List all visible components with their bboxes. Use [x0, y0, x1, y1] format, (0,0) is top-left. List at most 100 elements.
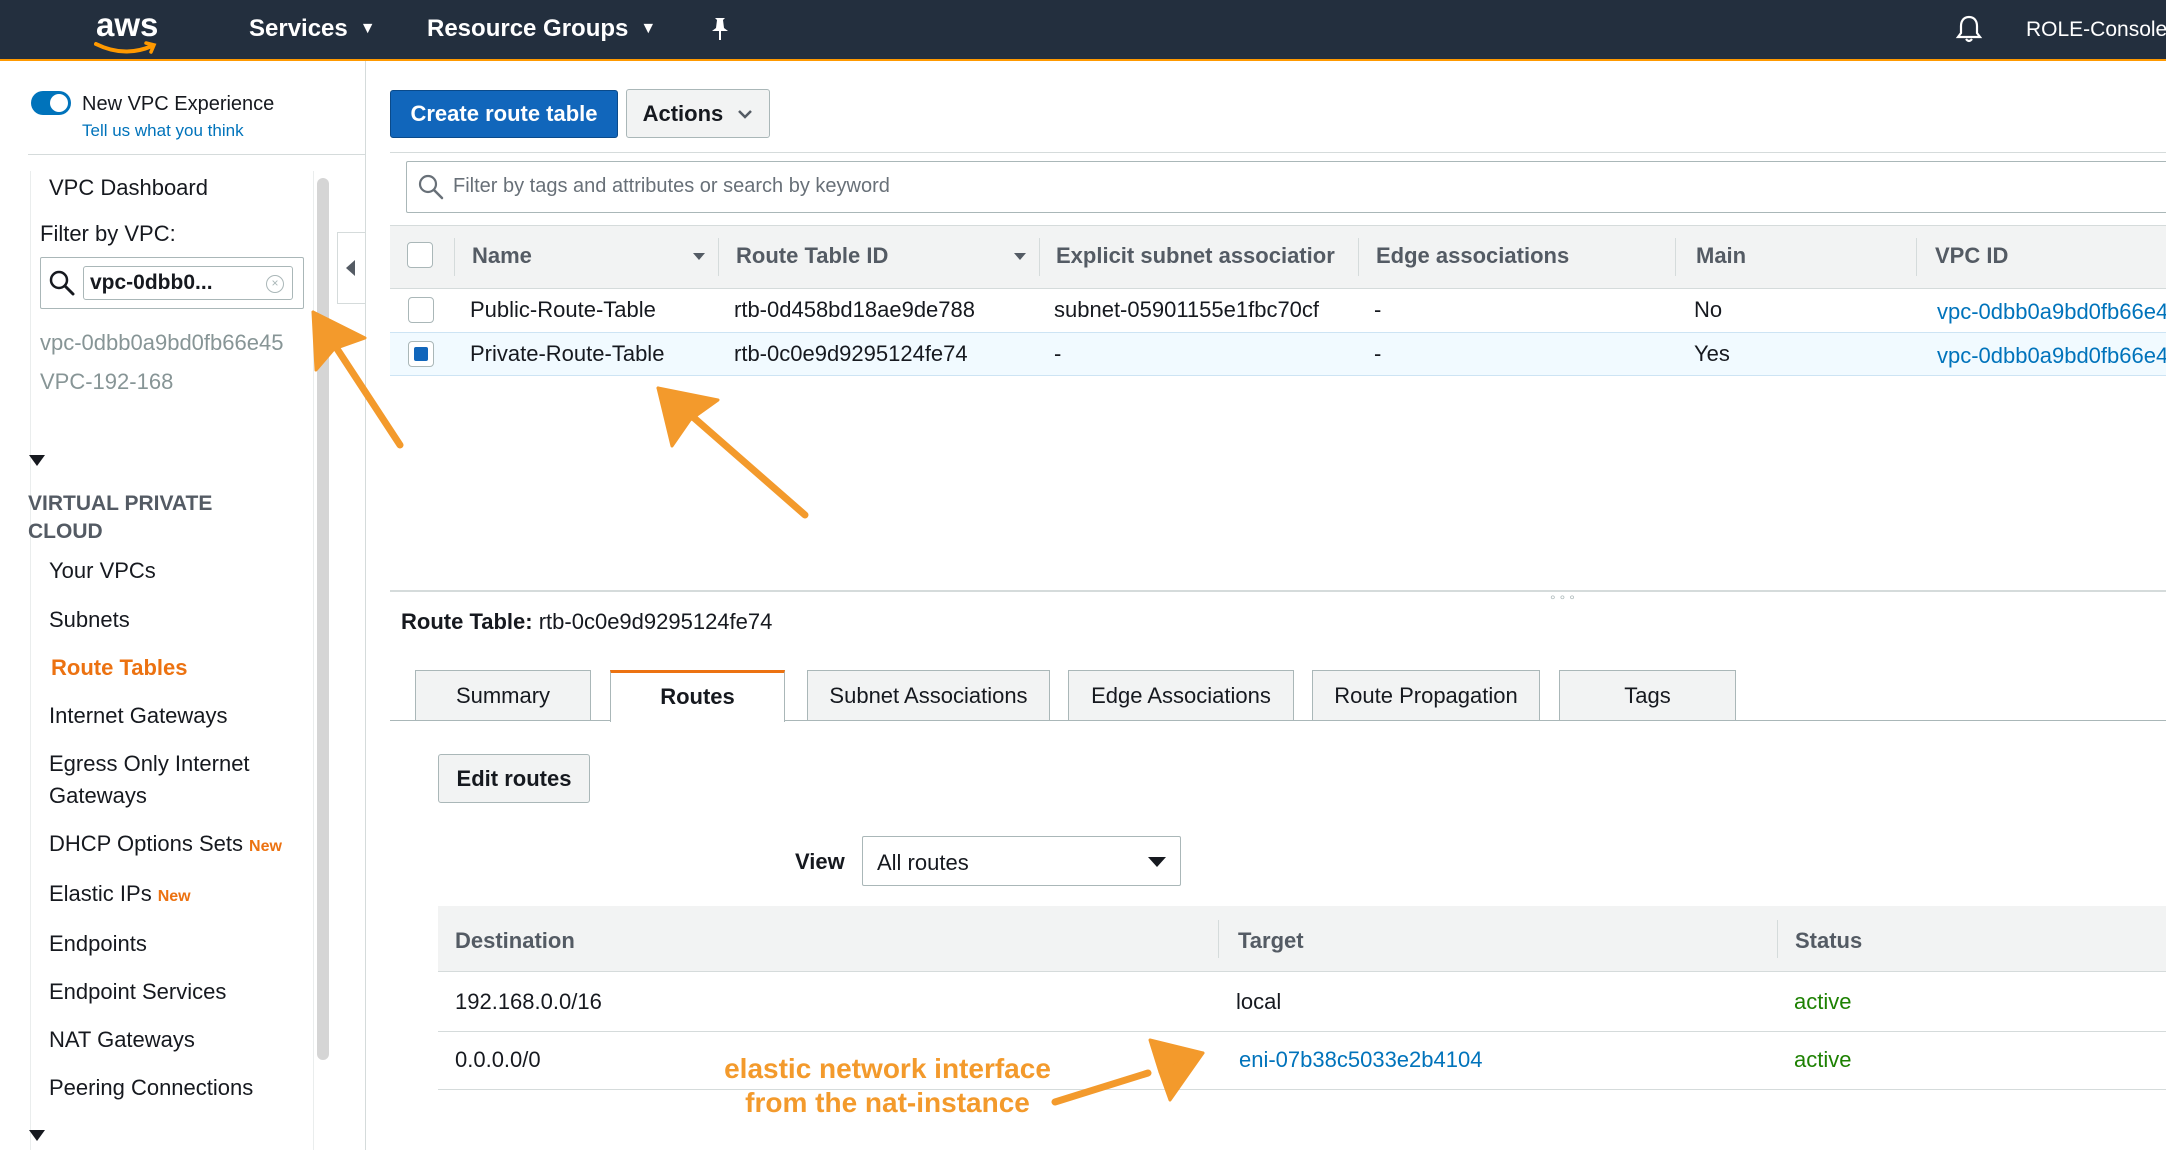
sidebar-item-label: DHCP Options Sets: [49, 831, 244, 856]
pin-icon[interactable]: [709, 16, 731, 42]
chevron-down-icon: ▼: [640, 20, 657, 37]
actions-button[interactable]: Actions: [626, 89, 770, 138]
column-header-name[interactable]: Name: [472, 243, 532, 269]
row-checkbox[interactable]: [408, 297, 434, 323]
sidebar-item-your-vpcs[interactable]: Your VPCs: [49, 558, 156, 584]
sidebar-item-nat-gateways[interactable]: NAT Gateways: [49, 1027, 195, 1053]
vpc-id-link[interactable]: vpc-0dbb0a9bd0fb66e4: [1937, 343, 2166, 369]
sort-icon[interactable]: [1014, 253, 1026, 260]
sidebar-item-internet-gateways[interactable]: Internet Gateways: [49, 703, 228, 729]
sidebar-item-vpc-dashboard[interactable]: VPC Dashboard: [49, 175, 208, 201]
bell-icon[interactable]: [1955, 14, 1983, 44]
column-header-vpc-id[interactable]: VPC ID: [1935, 243, 2008, 269]
route-tables-header: Name Route Table ID Explicit subnet asso…: [390, 225, 2166, 289]
chevron-down-icon: ▼: [359, 20, 376, 37]
column-header-route-table-id[interactable]: Route Table ID: [736, 243, 888, 269]
sidebar-scrollbar[interactable]: [317, 178, 329, 1060]
vpc-option[interactable]: vpc-0dbb0a9bd0fb66e45: [40, 330, 283, 356]
chevron-down-icon: [1148, 857, 1166, 867]
collapse-sidebar-button[interactable]: [337, 232, 365, 304]
sidebar-item-elastic-ips[interactable]: Elastic IPs New: [49, 881, 191, 907]
select-all-checkbox[interactable]: [407, 242, 433, 268]
column-separator: [1358, 238, 1359, 276]
details-title-value: rtb-0c0e9d9295124fe74: [538, 609, 773, 634]
annotation-line: from the nat-instance: [745, 1087, 1030, 1118]
column-header-status[interactable]: Status: [1795, 928, 1862, 954]
row-checkbox-checked[interactable]: [408, 341, 434, 367]
tab-subnet-associations[interactable]: Subnet Associations: [807, 670, 1050, 720]
new-vpc-experience-toggle[interactable]: [31, 91, 71, 115]
vpc-filter-chip[interactable]: vpc-0dbb0... ×: [83, 266, 293, 300]
clear-icon[interactable]: ×: [266, 275, 284, 293]
cell-route-table-id: rtb-0c0e9d9295124fe74: [734, 341, 968, 366]
cell-main: No: [1694, 297, 1723, 322]
chevron-down-icon: [738, 110, 753, 119]
create-route-table-button[interactable]: Create route table: [390, 90, 618, 138]
sidebar-item-egress-only-internet-gateways-line2[interactable]: Gateways: [49, 783, 147, 809]
cell-main: Yes: [1694, 341, 1730, 366]
sidebar-item-endpoint-services[interactable]: Endpoint Services: [49, 979, 226, 1005]
aws-logo[interactable]: aws: [94, 6, 159, 54]
tab-edge-associations[interactable]: Edge Associations: [1068, 670, 1294, 720]
tab-summary[interactable]: Summary: [415, 670, 591, 720]
new-badge: New: [157, 888, 191, 905]
new-vpc-experience-label: New VPC Experience: [82, 93, 275, 115]
resize-handle-icon[interactable]: °°°: [1550, 592, 1579, 608]
view-select-value: All routes: [877, 850, 969, 875]
sidebar-item-endpoints[interactable]: Endpoints: [49, 931, 147, 957]
sidebar: New VPC Experience Tell us what you thin…: [0, 61, 365, 1150]
sidebar-item-dhcp-options-sets[interactable]: DHCP Options Sets New: [49, 831, 282, 857]
routes-table-header: Destination Target Status: [438, 906, 2166, 972]
status-active: active: [1794, 1047, 1852, 1072]
column-separator: [1777, 920, 1778, 958]
route-row: 192.168.0.0/16 local active: [438, 974, 2166, 1032]
vpc-id-link[interactable]: vpc-0dbb0a9bd0fb66e4: [1937, 299, 2166, 325]
account-role-menu[interactable]: ROLE-Console-: [2026, 18, 2166, 42]
table-row-selected[interactable]: Private-Route-Table rtb-0c0e9d9295124fe7…: [390, 332, 2166, 376]
route-table-search-input[interactable]: Filter by tags and attributes or search …: [406, 161, 2166, 213]
services-menu[interactable]: Services ▼: [249, 15, 376, 43]
view-label: View: [795, 849, 845, 874]
caret-down-icon[interactable]: [29, 455, 45, 466]
resource-groups-menu[interactable]: Resource Groups ▼: [427, 15, 656, 43]
cell-target: local: [1236, 989, 1282, 1014]
actions-label: Actions: [642, 101, 724, 126]
caret-down-icon[interactable]: [29, 1130, 45, 1141]
column-header-explicit-subnet-association[interactable]: Explicit subnet associatior: [1056, 243, 1335, 269]
sidebar-item-peering-connections[interactable]: Peering Connections: [49, 1075, 253, 1101]
top-navigation-bar: aws Services ▼ Resource Groups ▼ ROLE-Cons…: [0, 0, 2166, 61]
resource-groups-label: Resource Groups: [427, 15, 629, 42]
tab-route-propagation[interactable]: Route Propagation: [1312, 670, 1540, 720]
feedback-link[interactable]: Tell us what you think: [82, 121, 244, 141]
panel-resize-divider[interactable]: [390, 590, 2166, 592]
sidebar-item-subnets[interactable]: Subnets: [49, 607, 130, 633]
sidebar-border: [365, 61, 366, 1150]
vpc-option[interactable]: VPC-192-168: [40, 369, 173, 395]
column-header-destination[interactable]: Destination: [455, 928, 575, 954]
column-separator: [1675, 238, 1676, 276]
column-separator: [1916, 238, 1917, 276]
cell-name: Private-Route-Table: [470, 341, 665, 366]
sidebar-item-route-tables[interactable]: Route Tables: [51, 655, 188, 681]
target-eni-link[interactable]: eni-07b38c5033e2b4104: [1239, 1047, 1482, 1073]
table-row[interactable]: Public-Route-Table rtb-0d458bd18ae9de788…: [390, 289, 2166, 333]
view-select[interactable]: All routes: [862, 836, 1181, 886]
sidebar-item-egress-only-internet-gateways[interactable]: Egress Only Internet: [49, 751, 250, 777]
aws-logo-text: aws: [96, 6, 159, 43]
toolbar-divider: [390, 152, 2166, 153]
sort-icon[interactable]: [693, 253, 705, 260]
section-title-virtual-private-cloud: VIRTUAL PRIVATE CLOUD: [28, 492, 213, 543]
annotation-line: elastic network interface: [724, 1053, 1051, 1084]
edit-routes-button[interactable]: Edit routes: [438, 754, 590, 803]
details-title: Route Table: rtb-0c0e9d9295124fe74: [401, 609, 772, 635]
status-active: active: [1794, 989, 1852, 1014]
column-header-target[interactable]: Target: [1238, 928, 1304, 954]
column-header-main[interactable]: Main: [1696, 243, 1746, 269]
vpc-filter-input[interactable]: vpc-0dbb0... ×: [40, 257, 304, 309]
new-badge: New: [249, 838, 282, 855]
tab-tags[interactable]: Tags: [1559, 670, 1736, 720]
tab-routes[interactable]: Routes: [610, 670, 785, 722]
annotation-label: elastic network interface from the nat-i…: [700, 1052, 1075, 1120]
cell-edge-associations: -: [1374, 297, 1382, 322]
column-header-edge-associations[interactable]: Edge associations: [1376, 243, 1569, 269]
